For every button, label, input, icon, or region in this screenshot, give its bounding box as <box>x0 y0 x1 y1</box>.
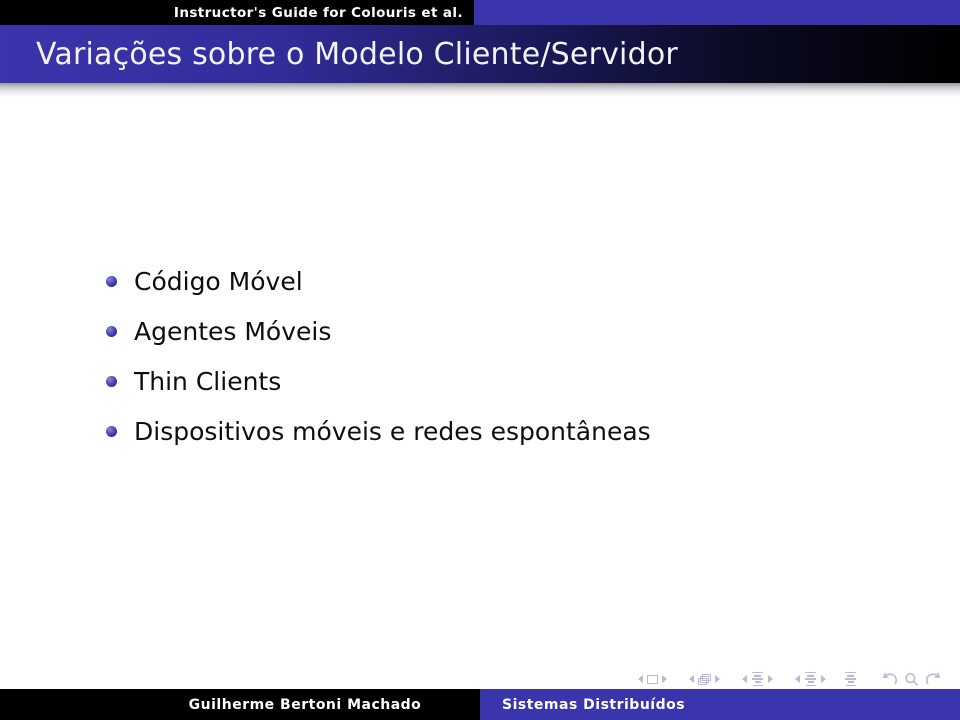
previous-subsection-arrow-icon[interactable] <box>742 675 747 683</box>
list-item: Agentes Móveis <box>106 315 906 349</box>
document-navigation-group[interactable] <box>844 671 857 687</box>
section-icon[interactable] <box>804 671 817 687</box>
headline-bar-title: Instructor's Guide for Colouris et al. <box>173 4 463 21</box>
list-item-label: Código Móvel <box>134 267 303 296</box>
headline-bar-black-section: Instructor's Guide for Colouris et al. <box>0 0 474 25</box>
list-item-label: Dispositivos móveis e redes espontâneas <box>134 417 651 446</box>
next-subsection-arrow-icon[interactable] <box>768 675 773 683</box>
previous-slide-arrow-icon[interactable] <box>638 675 643 683</box>
headline-bar: Instructor's Guide for Colouris et al. <box>0 0 960 25</box>
list-item: Código Móvel <box>106 265 906 299</box>
bullet-point-icon <box>106 376 117 387</box>
slide-icon[interactable] <box>647 674 658 684</box>
document-icon[interactable] <box>844 671 857 687</box>
presentation-slide: Instructor's Guide for Colouris et al. V… <box>0 0 960 720</box>
title-bar-shadow <box>0 83 960 97</box>
headline-bar-blue-section <box>474 0 960 25</box>
footer-author-label: Guilherme Bertoni Machado <box>188 696 422 713</box>
page-title: Variações sobre o Modelo Cliente/Servido… <box>36 36 678 72</box>
footer-subject-label: Sistemas Distribuídos <box>502 696 686 713</box>
previous-frame-arrow-icon[interactable] <box>689 675 694 683</box>
next-frame-arrow-icon[interactable] <box>715 675 720 683</box>
list-item-label: Thin Clients <box>134 367 282 396</box>
frame-navigation-group[interactable] <box>685 673 724 685</box>
next-slide-arrow-icon[interactable] <box>662 675 667 683</box>
footer-subject-section: Sistemas Distribuídos <box>480 689 960 720</box>
frame-icon[interactable] <box>698 673 711 685</box>
section-navigation-group[interactable] <box>791 671 830 687</box>
list-item: Thin Clients <box>106 365 906 399</box>
list-item-label: Agentes Móveis <box>134 317 332 346</box>
frame-title-bar: Variações sobre o Modelo Cliente/Servido… <box>0 25 960 83</box>
back-arrow-icon[interactable] <box>881 672 898 687</box>
bullet-point-icon <box>106 326 117 337</box>
subsection-navigation-group[interactable] <box>738 671 777 687</box>
navigation-symbols[interactable] <box>634 669 942 689</box>
slide-navigation-group[interactable] <box>634 674 671 684</box>
history-navigation-group[interactable] <box>881 672 942 687</box>
footer-author-section: Guilherme Bertoni Machado <box>0 689 480 720</box>
subsection-icon[interactable] <box>751 671 764 687</box>
next-section-arrow-icon[interactable] <box>821 675 826 683</box>
list-item: Dispositivos móveis e redes espontâneas <box>106 415 906 449</box>
forward-arrow-icon[interactable] <box>925 672 942 687</box>
bullet-list: Código Móvel Agentes Móveis Thin Clients… <box>106 265 906 465</box>
magnifier-icon[interactable] <box>904 672 919 687</box>
slide-body: Código Móvel Agentes Móveis Thin Clients… <box>0 97 960 657</box>
bullet-point-icon <box>106 276 117 287</box>
previous-section-arrow-icon[interactable] <box>795 675 800 683</box>
footer-bar: Guilherme Bertoni Machado Sistemas Distr… <box>0 689 960 720</box>
bullet-point-icon <box>106 426 117 437</box>
